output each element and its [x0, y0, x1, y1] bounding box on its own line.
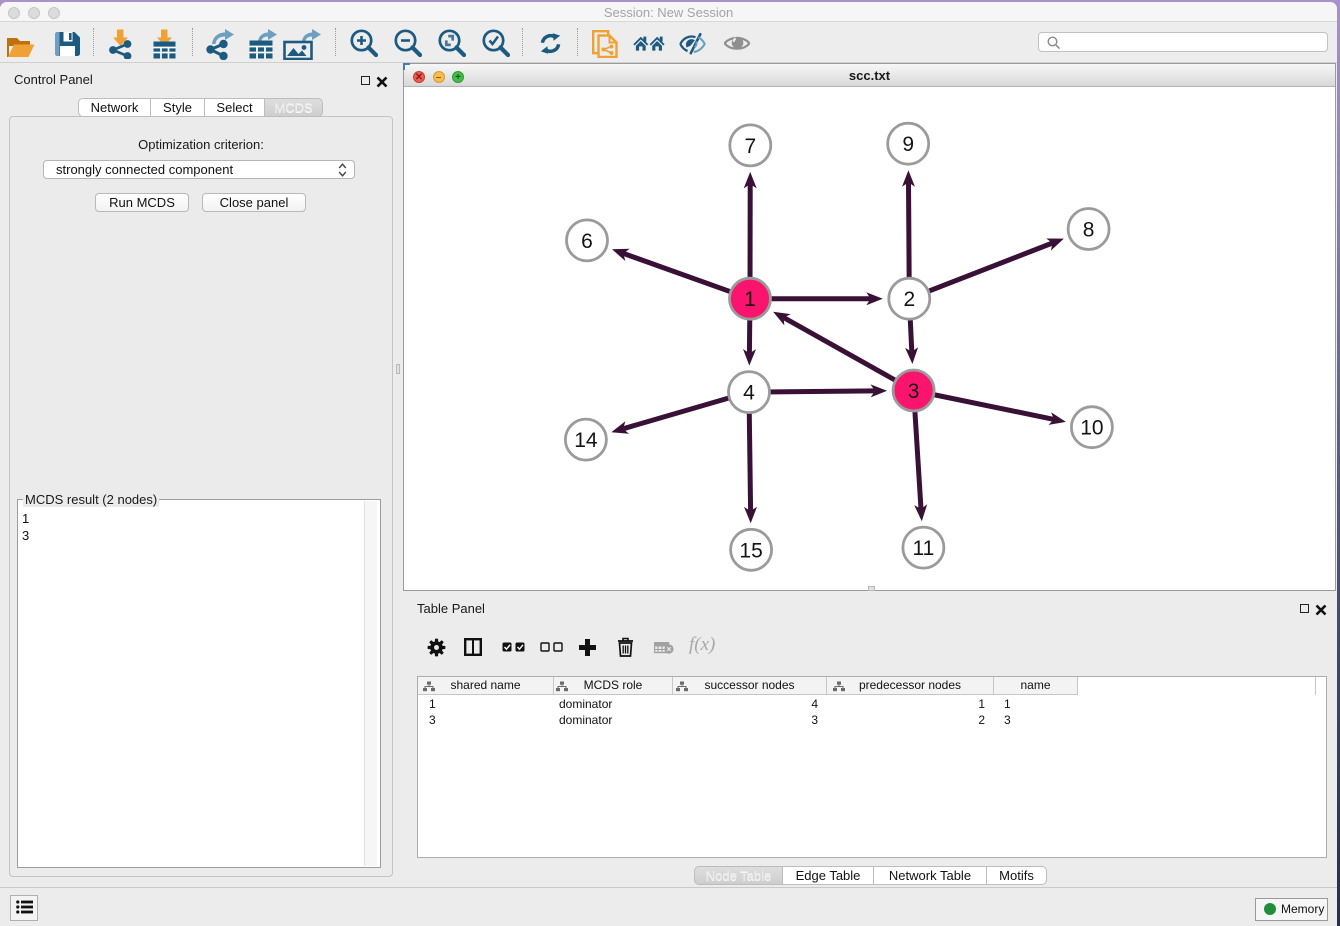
svg-text:7: 7	[744, 135, 756, 158]
svg-text:14: 14	[574, 429, 598, 452]
svg-text:2: 2	[903, 288, 915, 311]
svg-text:4: 4	[743, 382, 755, 405]
svg-text:6: 6	[581, 230, 593, 253]
svg-text:3: 3	[908, 380, 920, 403]
svg-text:9: 9	[902, 133, 914, 156]
svg-text:10: 10	[1080, 417, 1103, 440]
svg-text:15: 15	[739, 539, 762, 562]
svg-text:1: 1	[744, 288, 756, 311]
svg-text:11: 11	[912, 537, 934, 560]
svg-text:8: 8	[1083, 219, 1095, 242]
